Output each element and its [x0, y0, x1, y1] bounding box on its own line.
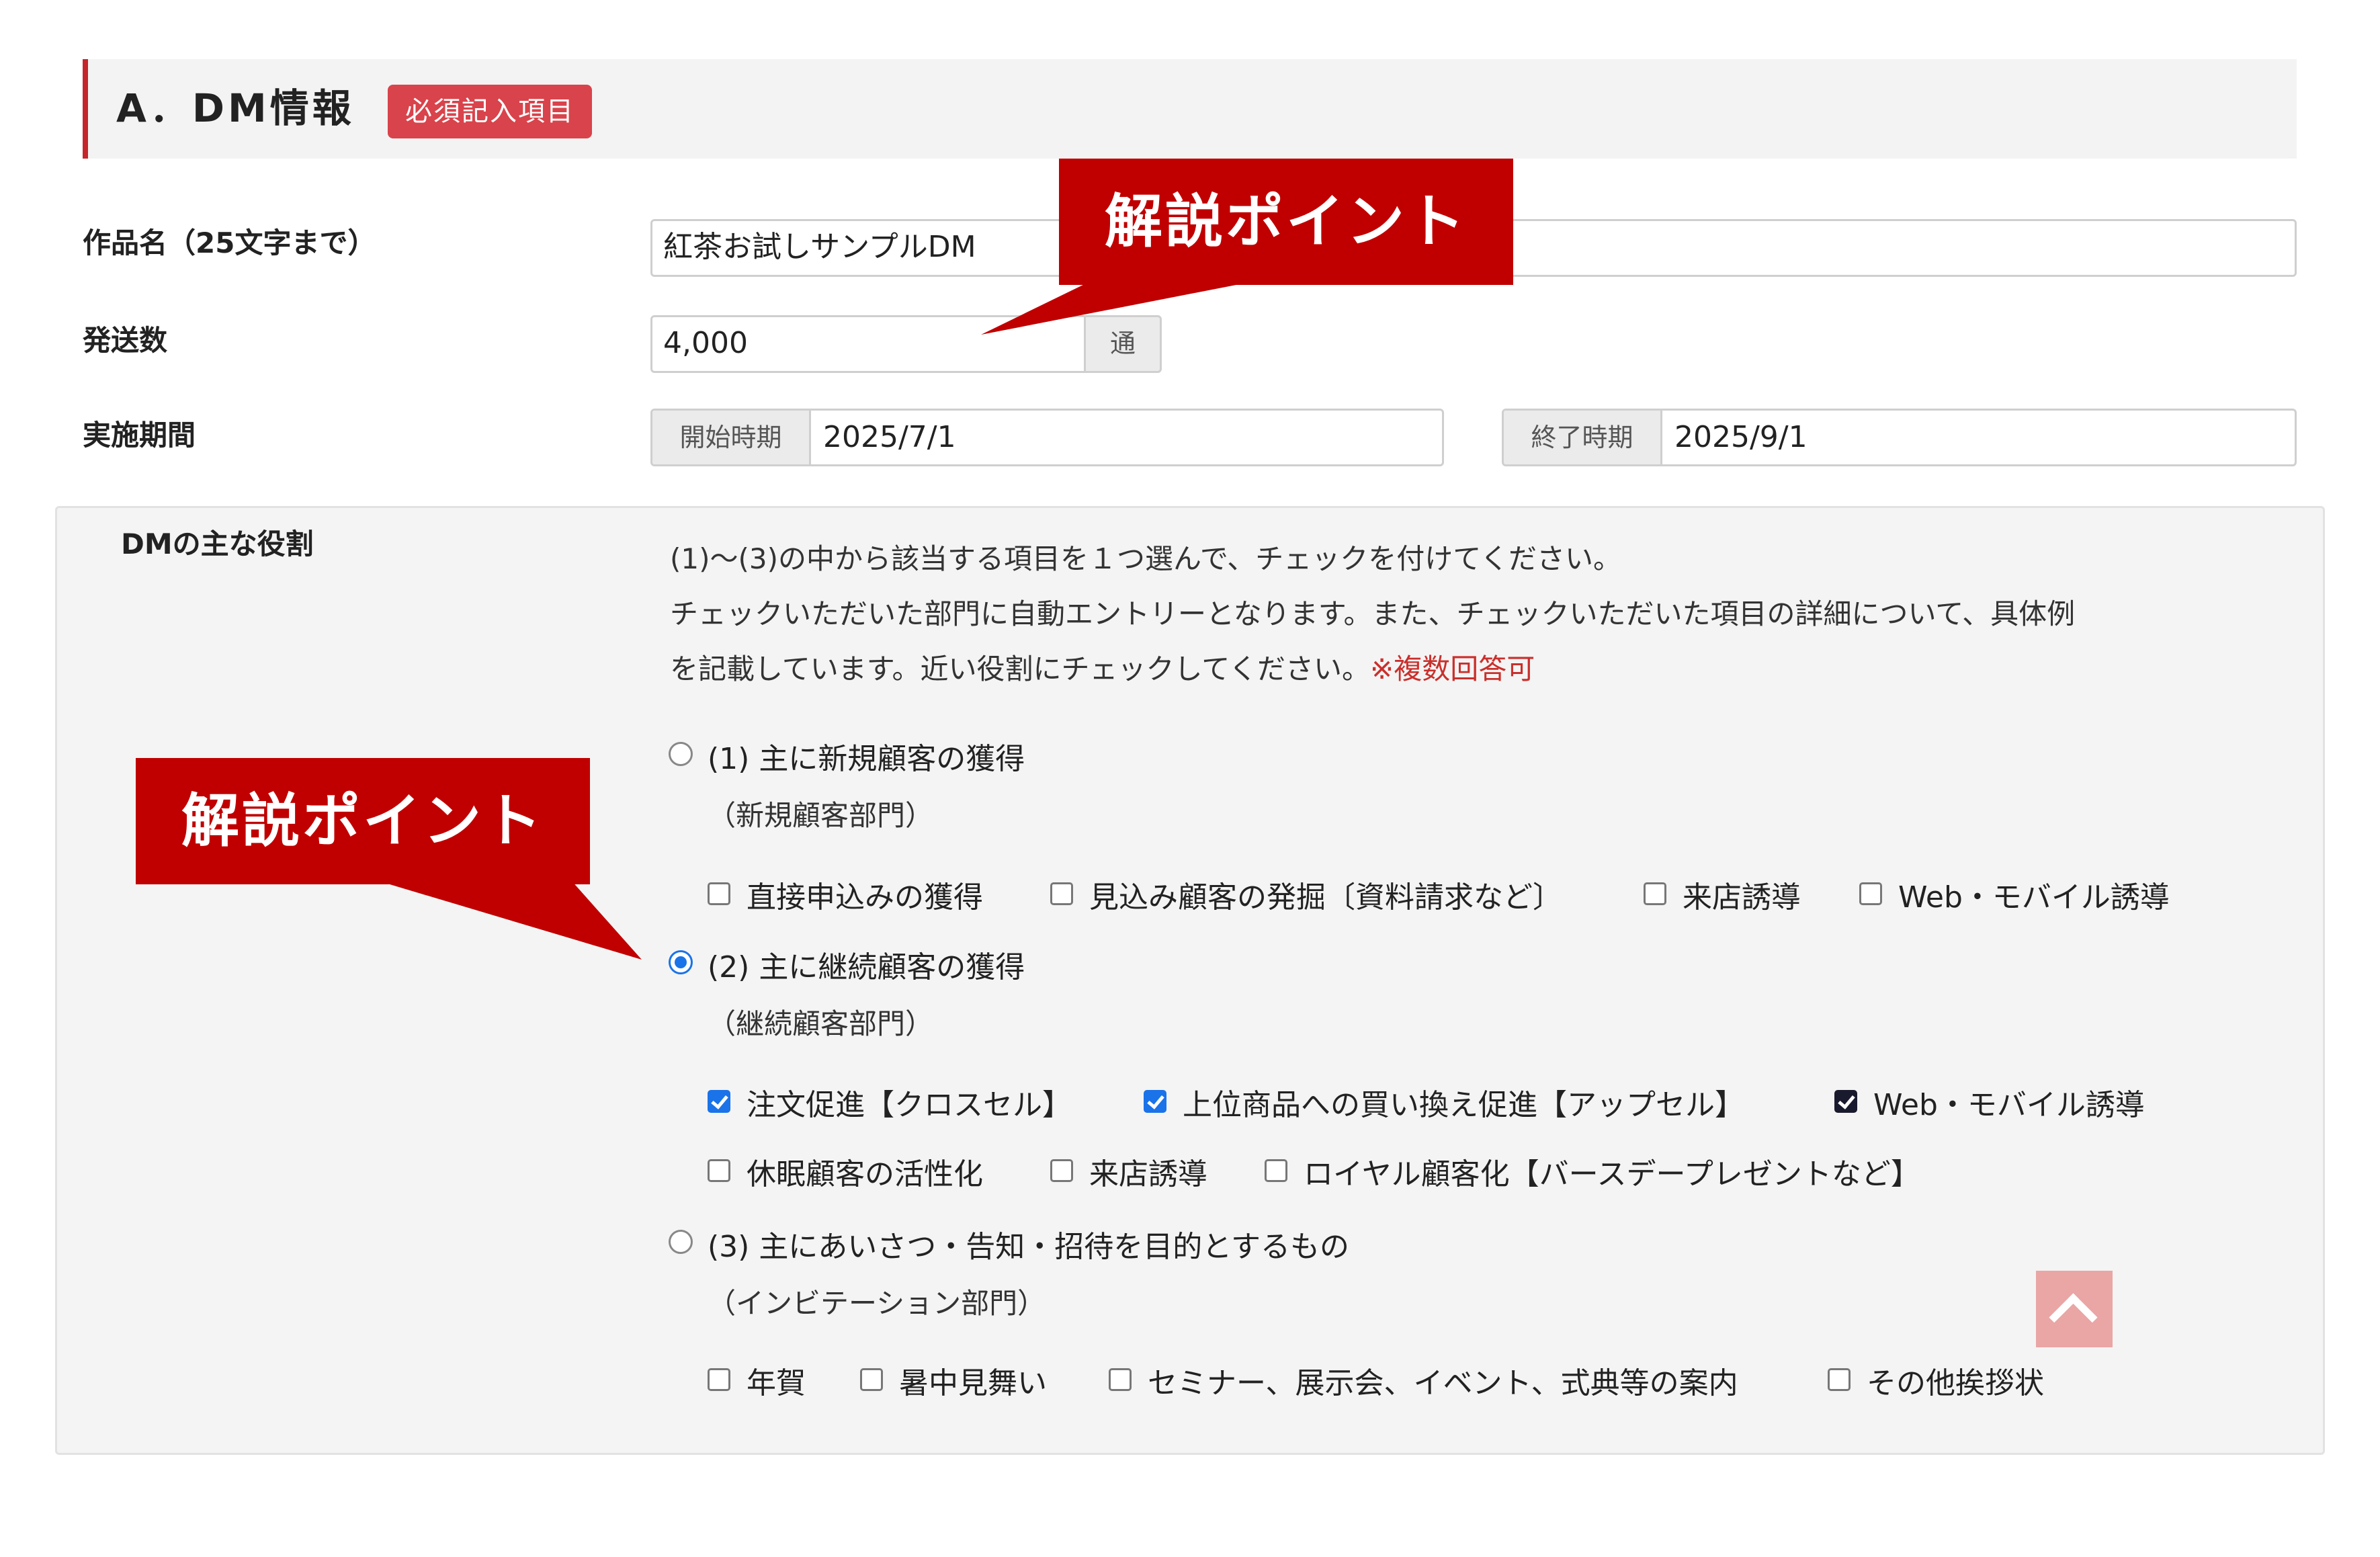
role-intro-line1: (1)～(3)の中から該当する項目を１つ選んで、チェックを付けてください。: [670, 542, 1621, 575]
checkbox-other-greeting[interactable]: [1828, 1368, 1851, 1391]
start-date-label: 開始時期: [652, 411, 811, 464]
multiple-answer-note: ※複数回答可: [1370, 653, 1535, 685]
label-new-year: 年賀: [747, 1366, 806, 1400]
role-intro-text: を記載しています。近い役割にチェックしてください。: [670, 653, 1371, 685]
label-seminar: セミナー、展示会、イベント、式典等の案内: [1148, 1366, 1738, 1400]
label-store-visit-2: 来店誘導: [1089, 1157, 1207, 1191]
checkbox-summer[interactable]: [860, 1368, 883, 1391]
callout-left: 解説ポイント: [136, 758, 590, 884]
checkbox-store-visit-1[interactable]: [1644, 882, 1666, 905]
period-label: 実施期間: [83, 419, 196, 452]
checkbox-cross-sell[interactable]: [708, 1090, 730, 1113]
start-date-input[interactable]: 2025/7/1: [811, 411, 1442, 464]
callout-top: 解説ポイント: [1059, 159, 1513, 285]
checkbox-web-mobile-2[interactable]: [1834, 1090, 1857, 1113]
option-1-radio[interactable]: [669, 742, 693, 766]
option-3-radio[interactable]: [669, 1230, 693, 1254]
option-2-label[interactable]: (2) 主に継続顧客の獲得: [708, 948, 1025, 988]
quantity-unit: 通: [1084, 315, 1162, 373]
checkbox-loyal[interactable]: [1265, 1159, 1287, 1182]
required-badge: 必須記入項目: [388, 85, 592, 138]
label-cross-sell: 注文促進【クロスセル】: [747, 1088, 1072, 1122]
option-2-department: （継続顧客部門）: [708, 1007, 934, 1040]
label-web-mobile-1: Web・モバイル誘導: [1898, 880, 2170, 915]
checkbox-dormant[interactable]: [708, 1159, 730, 1182]
label-web-mobile-2: Web・モバイル誘導: [1873, 1088, 2145, 1122]
label-summer: 暑中見舞い: [899, 1366, 1047, 1400]
checkbox-seminar[interactable]: [1109, 1368, 1132, 1391]
option-1-label[interactable]: (1) 主に新規顧客の獲得: [708, 739, 1025, 780]
checkbox-store-visit-2[interactable]: [1050, 1159, 1073, 1182]
quantity-label: 発送数: [83, 324, 168, 357]
label-up-sell: 上位商品への買い換え促進【アップセル】: [1183, 1088, 1744, 1122]
section-title: A．DM情報: [116, 85, 355, 131]
label-direct-order: 直接申込みの獲得: [747, 880, 983, 915]
label-other-greeting: その他挨拶状: [1867, 1366, 2044, 1400]
label-store-visit-1: 来店誘導: [1683, 880, 1801, 915]
checkbox-web-mobile-1[interactable]: [1859, 882, 1882, 905]
label-prospect: 見込み顧客の発掘〔資料請求など〕: [1089, 880, 1562, 915]
label-dormant: 休眠顧客の活性化: [747, 1157, 983, 1191]
checkbox-prospect[interactable]: [1050, 882, 1073, 905]
end-date-label: 終了時期: [1504, 411, 1662, 464]
quantity-input[interactable]: 4,000: [650, 315, 1086, 373]
role-intro-line3: を記載しています。近い役割にチェックしてください。※複数回答可: [670, 641, 2296, 698]
option-2-radio[interactable]: [669, 950, 693, 974]
end-date-group: 終了時期 2025/9/1: [1502, 409, 2297, 466]
work-name-label: 作品名（25文字まで）: [83, 226, 376, 259]
back-to-top-button[interactable]: [2036, 1271, 2113, 1347]
option-3-department: （インビテーション部門）: [708, 1287, 1046, 1320]
label-loyal: ロイヤル顧客化【バースデープレゼントなど】: [1304, 1157, 1920, 1191]
option-3-label[interactable]: (3) 主にあいさつ・告知・招待を目的とするもの: [708, 1227, 1349, 1267]
end-date-input[interactable]: 2025/9/1: [1662, 411, 2295, 464]
checkbox-up-sell[interactable]: [1144, 1090, 1166, 1113]
role-intro-line2: チェックいただいた部門に自動エントリーとなります。また、チェックいただいた項目の…: [670, 597, 2076, 630]
option-1-department: （新規顧客部門）: [708, 799, 934, 832]
role-label: DMの主な役割: [121, 528, 314, 560]
start-date-group: 開始時期 2025/7/1: [650, 409, 1444, 466]
checkbox-new-year[interactable]: [708, 1368, 730, 1391]
checkbox-direct-order[interactable]: [708, 882, 730, 905]
